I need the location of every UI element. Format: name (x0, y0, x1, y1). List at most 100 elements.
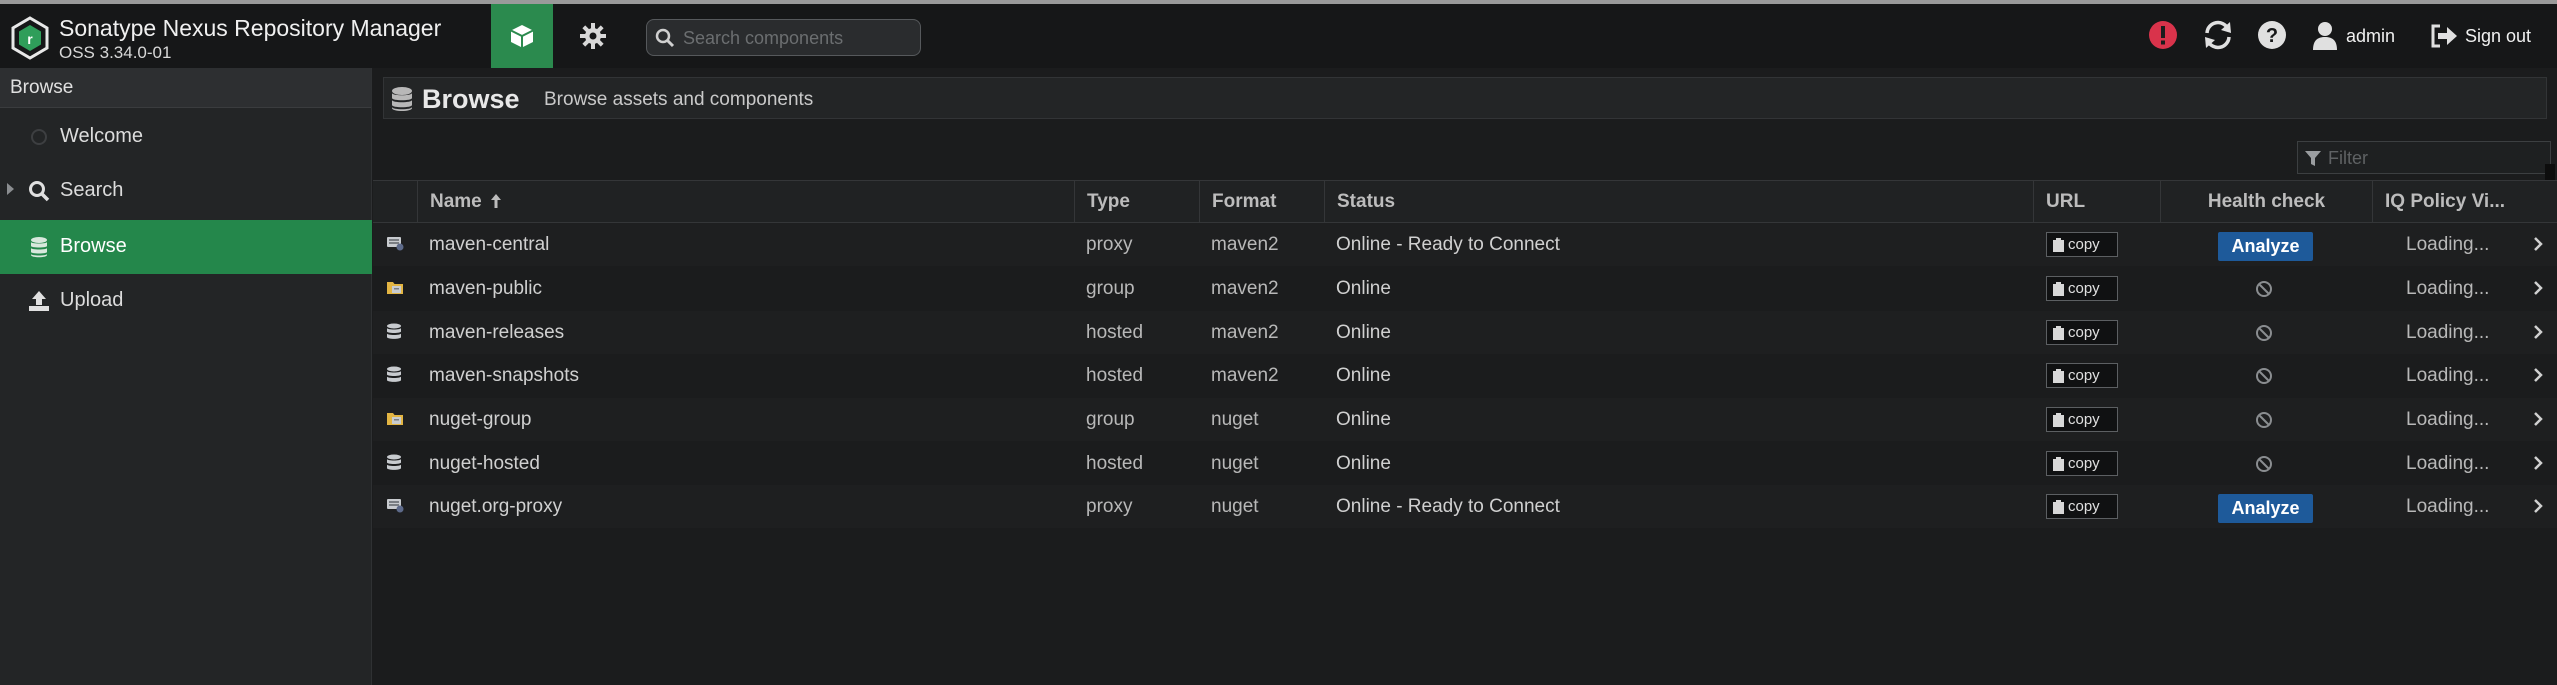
table-row[interactable]: maven-central proxy maven2 Online - Read… (373, 223, 2557, 266)
page-title-bar: Browse Browse assets and components (383, 77, 2547, 119)
column-header-iq-policy[interactable]: IQ Policy Vi... (2372, 181, 2522, 222)
copy-url-button[interactable]: copy (2046, 407, 2118, 432)
repository-name: maven-central (429, 234, 550, 255)
clipboard-icon (2053, 237, 2064, 252)
chevron-right-icon[interactable] (2533, 412, 2543, 426)
not-available-icon (2256, 368, 2272, 384)
iq-policy-status: Loading... (2406, 365, 2490, 386)
hosted-repository-icon (386, 366, 402, 389)
chevron-right-icon[interactable] (2533, 325, 2543, 339)
copy-url-button[interactable]: copy (2046, 451, 2118, 476)
copy-url-button[interactable]: copy (2046, 320, 2118, 345)
sort-ascending-icon (491, 194, 502, 208)
table-row[interactable]: maven-snapshots hosted maven2 Online cop… (373, 354, 2557, 397)
column-header-status[interactable]: Status (1324, 181, 2006, 222)
sidebar-item-welcome[interactable]: Welcome (0, 110, 372, 164)
column-header-health-check[interactable]: Health check (2160, 181, 2372, 222)
sidebar-item-label: Welcome (60, 125, 143, 147)
copy-label: copy (2068, 280, 2100, 297)
repository-type: hosted (1086, 453, 1144, 474)
filter-icon (2305, 151, 2321, 166)
copy-label: copy (2068, 411, 2100, 428)
clipboard-icon (2053, 325, 2064, 340)
table-row[interactable]: nuget.org-proxy proxy nuget Online - Rea… (373, 485, 2557, 528)
iq-policy-status: Loading... (2406, 234, 2490, 255)
username-label: admin (2346, 25, 2396, 46)
column-header-name[interactable]: Name (417, 181, 1074, 222)
repository-name: maven-snapshots (429, 365, 579, 386)
help-icon[interactable]: ? (2257, 20, 2287, 50)
column-header-url[interactable]: URL (2033, 181, 2160, 222)
copy-label: copy (2068, 236, 2100, 253)
administration-mode-button[interactable] (565, 4, 621, 68)
not-available-icon (2256, 412, 2272, 428)
group-repository-icon (386, 410, 404, 431)
chevron-right-icon[interactable] (2533, 456, 2543, 470)
copy-label: copy (2068, 455, 2100, 472)
component-search[interactable] (646, 19, 921, 56)
iq-policy-status: Loading... (2406, 278, 2490, 299)
user-icon (2313, 22, 2337, 50)
expand-arrow-icon[interactable] (7, 183, 14, 195)
sidebar-heading: Browse (0, 68, 371, 108)
app-version: OSS 3.34.0-01 (59, 43, 172, 62)
copy-url-button[interactable]: copy (2046, 363, 2118, 388)
iq-policy-status: Loading... (2406, 453, 2490, 474)
repository-status: Online (1336, 453, 1391, 474)
repository-name: nuget-group (429, 409, 532, 430)
sidebar-item-upload[interactable]: Upload (0, 274, 372, 328)
sidebar-item-search[interactable]: Search (0, 164, 372, 218)
repository-format: nuget (1211, 496, 1259, 517)
table-row[interactable]: maven-public group maven2 Online copy Lo… (373, 267, 2557, 310)
alert-icon[interactable] (2148, 20, 2178, 50)
copy-label: copy (2068, 324, 2100, 341)
search-icon (655, 28, 675, 48)
repository-format: maven2 (1211, 322, 1279, 343)
column-header-type[interactable]: Type (1074, 181, 1199, 222)
sign-out-icon (2431, 24, 2457, 48)
sidebar-item-browse[interactable]: Browse (0, 220, 372, 274)
hosted-repository-icon (386, 323, 402, 346)
clipboard-icon (2053, 499, 2064, 514)
repository-status: Online (1336, 278, 1391, 299)
repository-format: maven2 (1211, 278, 1279, 299)
iq-policy-status: Loading... (2406, 496, 2490, 517)
copy-url-button[interactable]: copy (2046, 494, 2118, 519)
database-icon (392, 87, 412, 111)
table-row[interactable]: nuget-hosted hosted nuget Online copy Lo… (373, 442, 2557, 485)
chevron-right-icon[interactable] (2533, 368, 2543, 382)
repository-format: maven2 (1211, 234, 1279, 255)
repository-status: Online - Ready to Connect (1336, 234, 1560, 255)
column-header-format[interactable]: Format (1199, 181, 1324, 222)
sidebar-item-label: Upload (60, 289, 124, 311)
analyze-button[interactable]: Analyze (2218, 232, 2313, 261)
clipboard-icon (2053, 412, 2064, 427)
svg-text:?: ? (2266, 25, 2278, 47)
page-title: Browse (422, 84, 520, 114)
sign-out-button[interactable]: Sign out (2430, 18, 2531, 54)
gear-icon (580, 23, 606, 49)
app-title: Sonatype Nexus Repository Manager (59, 15, 442, 41)
repository-format: nuget (1211, 453, 1259, 474)
refresh-icon[interactable] (2202, 20, 2234, 50)
filter-input[interactable] (2326, 146, 2545, 171)
repository-type: proxy (1086, 234, 1133, 255)
chevron-right-icon[interactable] (2533, 499, 2543, 513)
chevron-right-icon[interactable] (2533, 281, 2543, 295)
search-icon (28, 180, 50, 202)
not-available-icon (2256, 456, 2272, 472)
analyze-button[interactable]: Analyze (2218, 494, 2313, 523)
copy-url-button[interactable]: copy (2046, 276, 2118, 301)
user-account-button[interactable]: admin (2312, 18, 2395, 54)
copy-url-button[interactable]: copy (2046, 232, 2118, 257)
clipboard-icon (2053, 368, 2064, 383)
repository-type: group (1086, 409, 1135, 430)
table-row[interactable]: nuget-group group nuget Online copy Load… (373, 398, 2557, 441)
sidebar-item-label: Search (60, 179, 124, 201)
filter-box[interactable] (2297, 141, 2551, 174)
browse-mode-button[interactable] (491, 4, 553, 68)
search-components-input[interactable] (681, 25, 915, 52)
svg-text:r: r (27, 31, 33, 47)
table-row[interactable]: maven-releases hosted maven2 Online copy… (373, 311, 2557, 354)
chevron-right-icon[interactable] (2533, 237, 2543, 251)
